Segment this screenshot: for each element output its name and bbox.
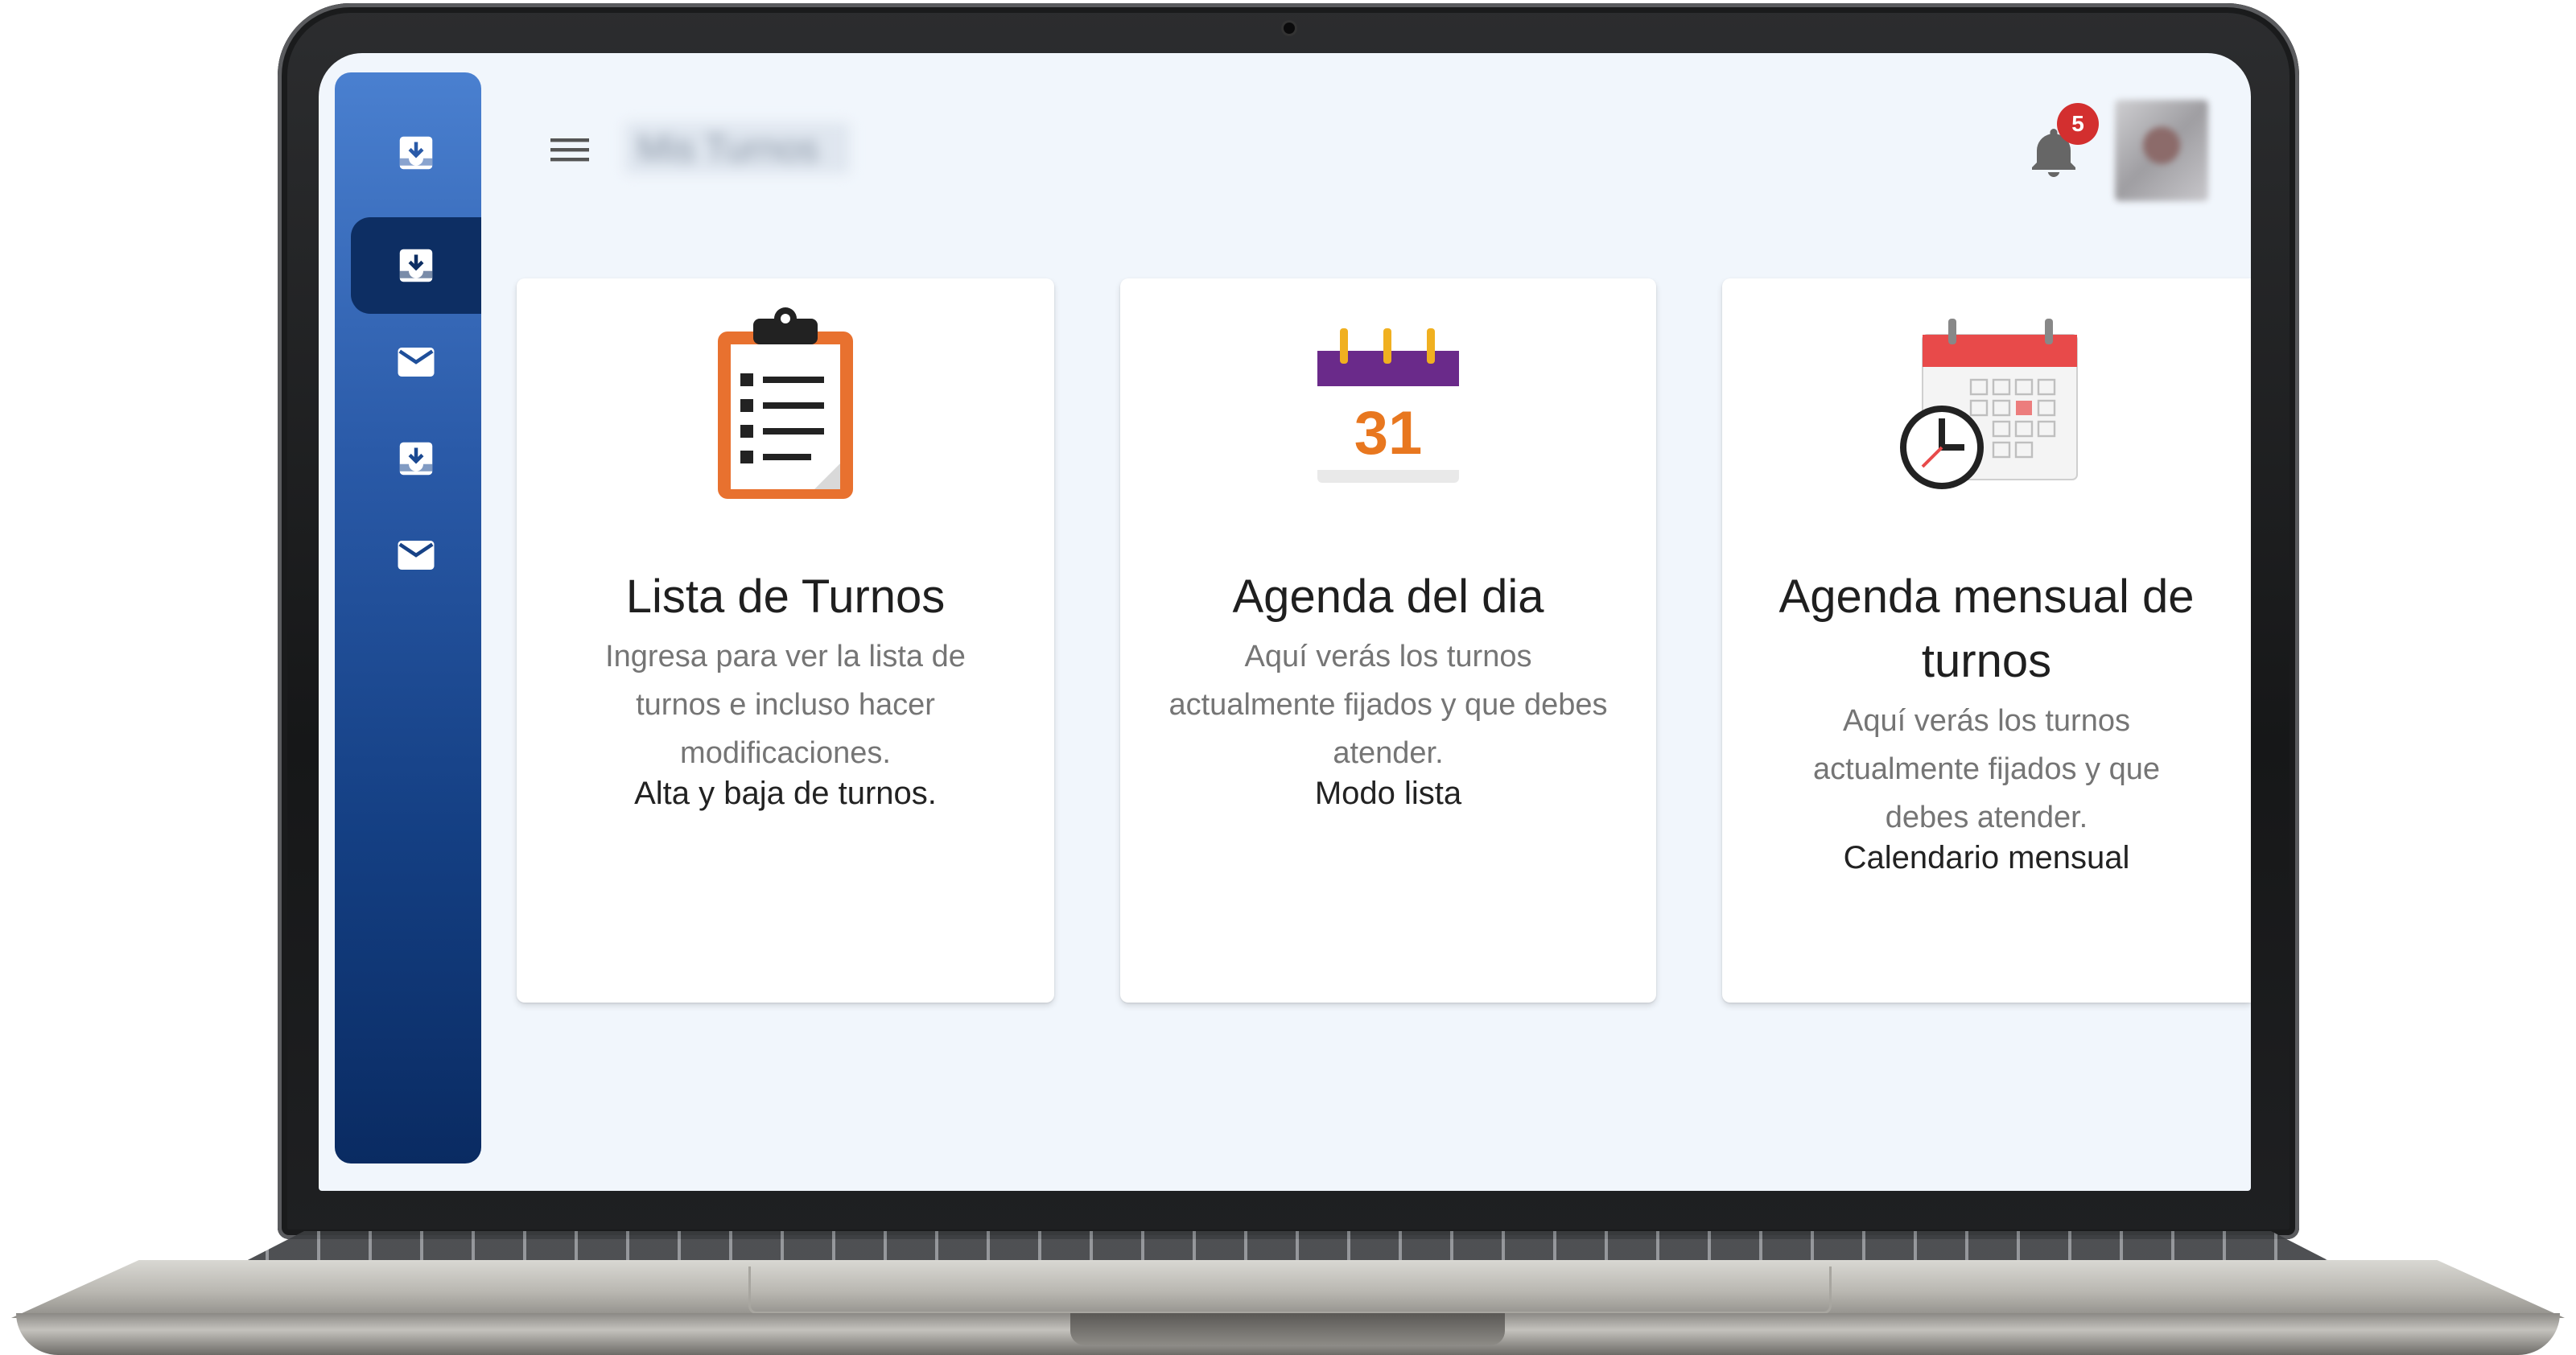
sidebar-item-mail-1[interactable] <box>351 314 481 410</box>
user-avatar[interactable] <box>2115 100 2208 201</box>
card-title: Agenda mensual de turnos <box>1778 570 2195 687</box>
card-description: Aquí verás los turnos actualmente fijado… <box>1813 704 2160 834</box>
notification-badge: 5 <box>2057 103 2099 145</box>
hamburger-icon <box>550 138 589 162</box>
card-link-modo-lista[interactable]: Modo lista <box>1136 771 1640 816</box>
webcam <box>1284 23 1295 34</box>
mail-icon <box>398 541 435 570</box>
card-link-alta-baja[interactable]: Alta y baja de turnos. <box>533 771 1038 816</box>
card-link-calendario-mensual[interactable]: Calendario mensual <box>1738 835 2235 880</box>
card-title: Agenda del dia <box>1232 570 1544 623</box>
card-description: Ingresa para ver la lista de turnos e in… <box>605 640 966 770</box>
app-title: Mis Turnos <box>624 122 850 174</box>
keyboard <box>241 1231 2334 1263</box>
inbox-download-icon <box>399 136 433 170</box>
calendar-day-number: 31 <box>1354 399 1423 467</box>
calendar-clock-icon <box>1899 319 2078 489</box>
sidebar <box>335 72 481 1163</box>
mail-icon <box>398 348 435 377</box>
menu-button[interactable] <box>546 126 594 174</box>
card-agenda-mensual[interactable]: Agenda mensual de turnos Aquí verás los … <box>1722 278 2251 1003</box>
card-title: Lista de Turnos <box>625 570 946 623</box>
clipboard-list-icon <box>718 307 853 499</box>
inbox-download-icon <box>399 249 433 282</box>
laptop-notch <box>1070 1313 1505 1345</box>
sidebar-item-inbox-2[interactable] <box>351 217 481 314</box>
sidebar-item-mail-2[interactable] <box>351 507 481 603</box>
card-lista-de-turnos[interactable]: Lista de Turnos Ingresa para ver la list… <box>517 278 1054 1003</box>
inbox-download-icon <box>399 442 433 476</box>
trackpad <box>748 1266 1832 1314</box>
calendar-day-icon: 31 <box>1317 328 1459 483</box>
sidebar-item-inbox-1[interactable] <box>351 105 481 201</box>
sidebar-item-inbox-3[interactable] <box>351 410 481 507</box>
card-description: Aquí verás los turnos actualmente fijado… <box>1168 640 1608 770</box>
app-screen: Mis Turnos 5 Lista de Turnos Ingresa par… <box>319 53 2251 1191</box>
card-agenda-del-dia[interactable]: 31 Agenda del dia Aquí verás los turnos … <box>1120 278 1656 1003</box>
